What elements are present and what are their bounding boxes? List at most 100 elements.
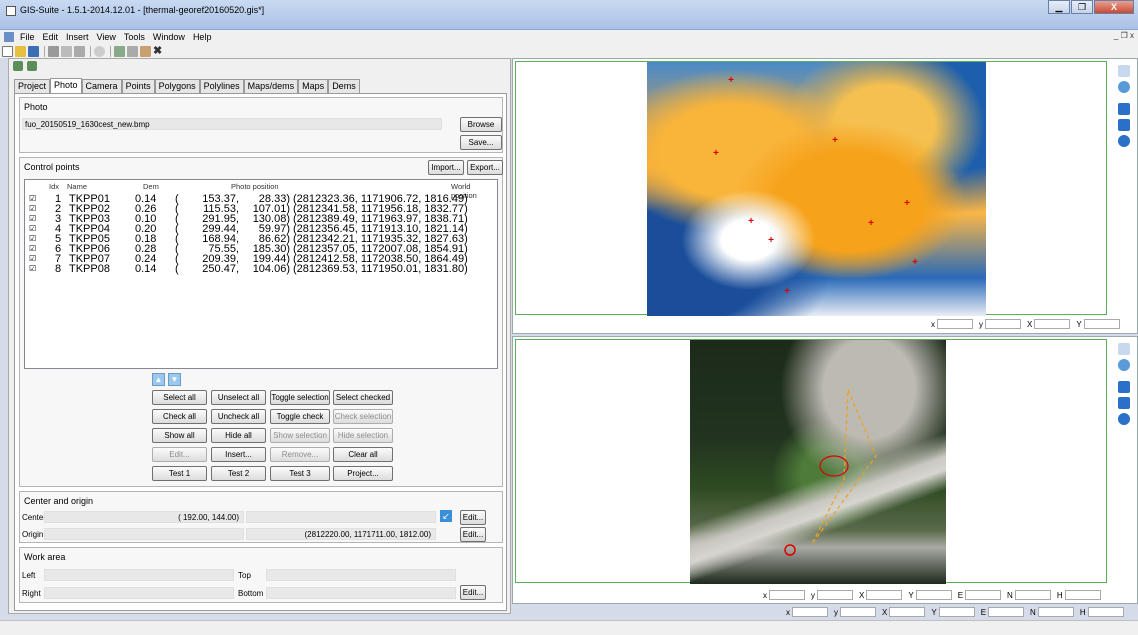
tab-project[interactable]: Project [14, 79, 51, 93]
document-icon[interactable] [4, 32, 14, 42]
menu-tools[interactable]: Tools [124, 32, 145, 42]
row-checkbox[interactable]: ☑ [29, 194, 36, 204]
table-row[interactable]: ☑ 8 TKPP08 0.14 250.47, 104.06) (2812369.53, 1… [25, 264, 499, 275]
control-points-table[interactable]: Idx Name Dem Photo position World positi… [24, 179, 498, 369]
mdi-controls[interactable]: _ ❐ x [1114, 31, 1134, 40]
browse-button[interactable]: Browse [460, 117, 502, 132]
row-checkbox[interactable]: ☑ [29, 214, 36, 224]
insert-button[interactable]: Insert... [211, 447, 266, 462]
control-point-marker[interactable]: + [747, 217, 755, 227]
left-field[interactable] [44, 569, 234, 581]
print-preview-icon[interactable] [61, 45, 72, 57]
menu-window[interactable]: Window [153, 32, 185, 42]
close-button[interactable]: X [1094, 0, 1134, 14]
tab-maps-dems[interactable]: Maps/dems [243, 79, 299, 93]
control-point-marker[interactable]: + [831, 136, 839, 146]
control-point-marker[interactable]: + [727, 76, 735, 86]
project-button[interactable]: Project... [333, 466, 393, 481]
maximize-button[interactable]: ❐ [1071, 0, 1093, 14]
bottom-field[interactable] [266, 587, 456, 599]
show-all-button[interactable]: Show all [152, 428, 207, 443]
uncheck-all-button[interactable]: Uncheck all [211, 409, 266, 424]
zoom-in-icon[interactable] [1118, 103, 1130, 115]
tab-camera[interactable]: Camera [81, 79, 122, 93]
float-icon[interactable] [27, 61, 37, 71]
move-down-icon[interactable]: ▼ [168, 373, 181, 386]
control-point-marker[interactable]: + [903, 199, 911, 209]
copy-icon[interactable] [127, 45, 138, 57]
import-button[interactable]: Import... [428, 160, 464, 175]
row-checkbox[interactable]: ☑ [29, 244, 36, 254]
row-checkbox[interactable]: ☑ [29, 254, 36, 264]
zoom-reset-icon[interactable] [1118, 81, 1130, 93]
control-point-marker[interactable]: + [911, 258, 919, 268]
right-field[interactable] [44, 587, 234, 599]
zoom-in-icon[interactable] [1118, 381, 1130, 393]
row-checkbox[interactable]: ☑ [29, 234, 36, 244]
edit-button[interactable]: Edit... [152, 447, 207, 462]
print-icon[interactable] [48, 45, 59, 57]
toggle-selection-button[interactable]: Toggle selection [270, 390, 330, 405]
menu-insert[interactable]: Insert [66, 32, 89, 42]
new-file-icon[interactable] [2, 45, 13, 57]
row-checkbox[interactable]: ☑ [29, 264, 36, 274]
control-point-marker[interactable]: + [767, 236, 775, 246]
menu-file[interactable]: File [20, 32, 35, 42]
menu-help[interactable]: Help [193, 32, 212, 42]
show-selection-button[interactable]: Show selection [270, 428, 330, 443]
origin-edit-button[interactable]: Edit... [460, 527, 486, 542]
open-folder-icon[interactable] [15, 45, 26, 57]
top-field[interactable] [266, 569, 456, 581]
clear-all-button[interactable]: Clear all [333, 447, 393, 462]
hide-selection-button[interactable]: Hide selection [333, 428, 393, 443]
toggle-check-button[interactable]: Toggle check [270, 409, 330, 424]
remove-button[interactable]: Remove... [270, 447, 330, 462]
minimize-button[interactable]: ▁ [1048, 0, 1070, 14]
tab-points[interactable]: Points [121, 79, 155, 93]
center-edit-button[interactable]: Edit... [460, 510, 486, 525]
unselect-all-button[interactable]: Unselect all [211, 390, 266, 405]
test-2-button[interactable]: Test 2 [211, 466, 266, 481]
tab-polylines[interactable]: Polylines [199, 79, 244, 93]
map-viewer[interactable] [515, 339, 1107, 584]
export-button[interactable]: Export... [467, 160, 503, 175]
photo-filename-field[interactable]: fuo_20150519_1630cest_new.bmp [22, 118, 442, 130]
control-point-marker[interactable]: + [867, 219, 875, 229]
move-up-icon[interactable]: ▲ [152, 373, 165, 386]
menu-view[interactable]: View [97, 32, 116, 42]
delete-icon[interactable]: ✖ [153, 45, 164, 57]
tab-maps[interactable]: Maps [298, 79, 329, 93]
refresh-icon[interactable] [1118, 135, 1130, 147]
zoom-reset-icon[interactable] [1118, 359, 1130, 371]
refresh-icon[interactable] [1118, 413, 1130, 425]
paste-icon[interactable] [140, 45, 151, 57]
zoom-out-icon[interactable] [1118, 397, 1130, 409]
check-selection-button[interactable]: Check selection [333, 409, 393, 424]
tab-photo[interactable]: Photo [50, 78, 82, 93]
page-setup-icon[interactable] [74, 45, 85, 57]
fit-icon[interactable] [1118, 343, 1130, 355]
zoom-out-icon[interactable] [1118, 119, 1130, 131]
save-button[interactable]: Save... [460, 135, 502, 150]
select-checked-button[interactable]: Select checked [333, 390, 393, 405]
thermal-viewer[interactable]: + + + + + + + + + [515, 61, 1107, 316]
dock-icon[interactable] [13, 61, 23, 71]
save-icon[interactable] [28, 45, 39, 57]
fit-icon[interactable] [1118, 65, 1130, 77]
select-all-button[interactable]: Select all [152, 390, 207, 405]
pick-center-icon[interactable]: ↙ [440, 510, 452, 522]
menu-edit[interactable]: Edit [43, 32, 59, 42]
check-all-button[interactable]: Check all [152, 409, 207, 424]
hide-all-button[interactable]: Hide all [211, 428, 266, 443]
search-icon[interactable] [94, 45, 105, 57]
cut-icon[interactable] [114, 45, 125, 57]
control-point-marker[interactable]: + [783, 287, 791, 297]
test-1-button[interactable]: Test 1 [152, 466, 207, 481]
row-checkbox[interactable]: ☑ [29, 204, 36, 214]
control-point-marker[interactable]: + [712, 149, 720, 159]
tab-polygons[interactable]: Polygons [154, 79, 200, 93]
tab-dems[interactable]: Dems [328, 79, 360, 93]
work-area-edit-button[interactable]: Edit... [460, 585, 486, 600]
test-3-button[interactable]: Test 3 [270, 466, 330, 481]
row-checkbox[interactable]: ☑ [29, 224, 36, 234]
